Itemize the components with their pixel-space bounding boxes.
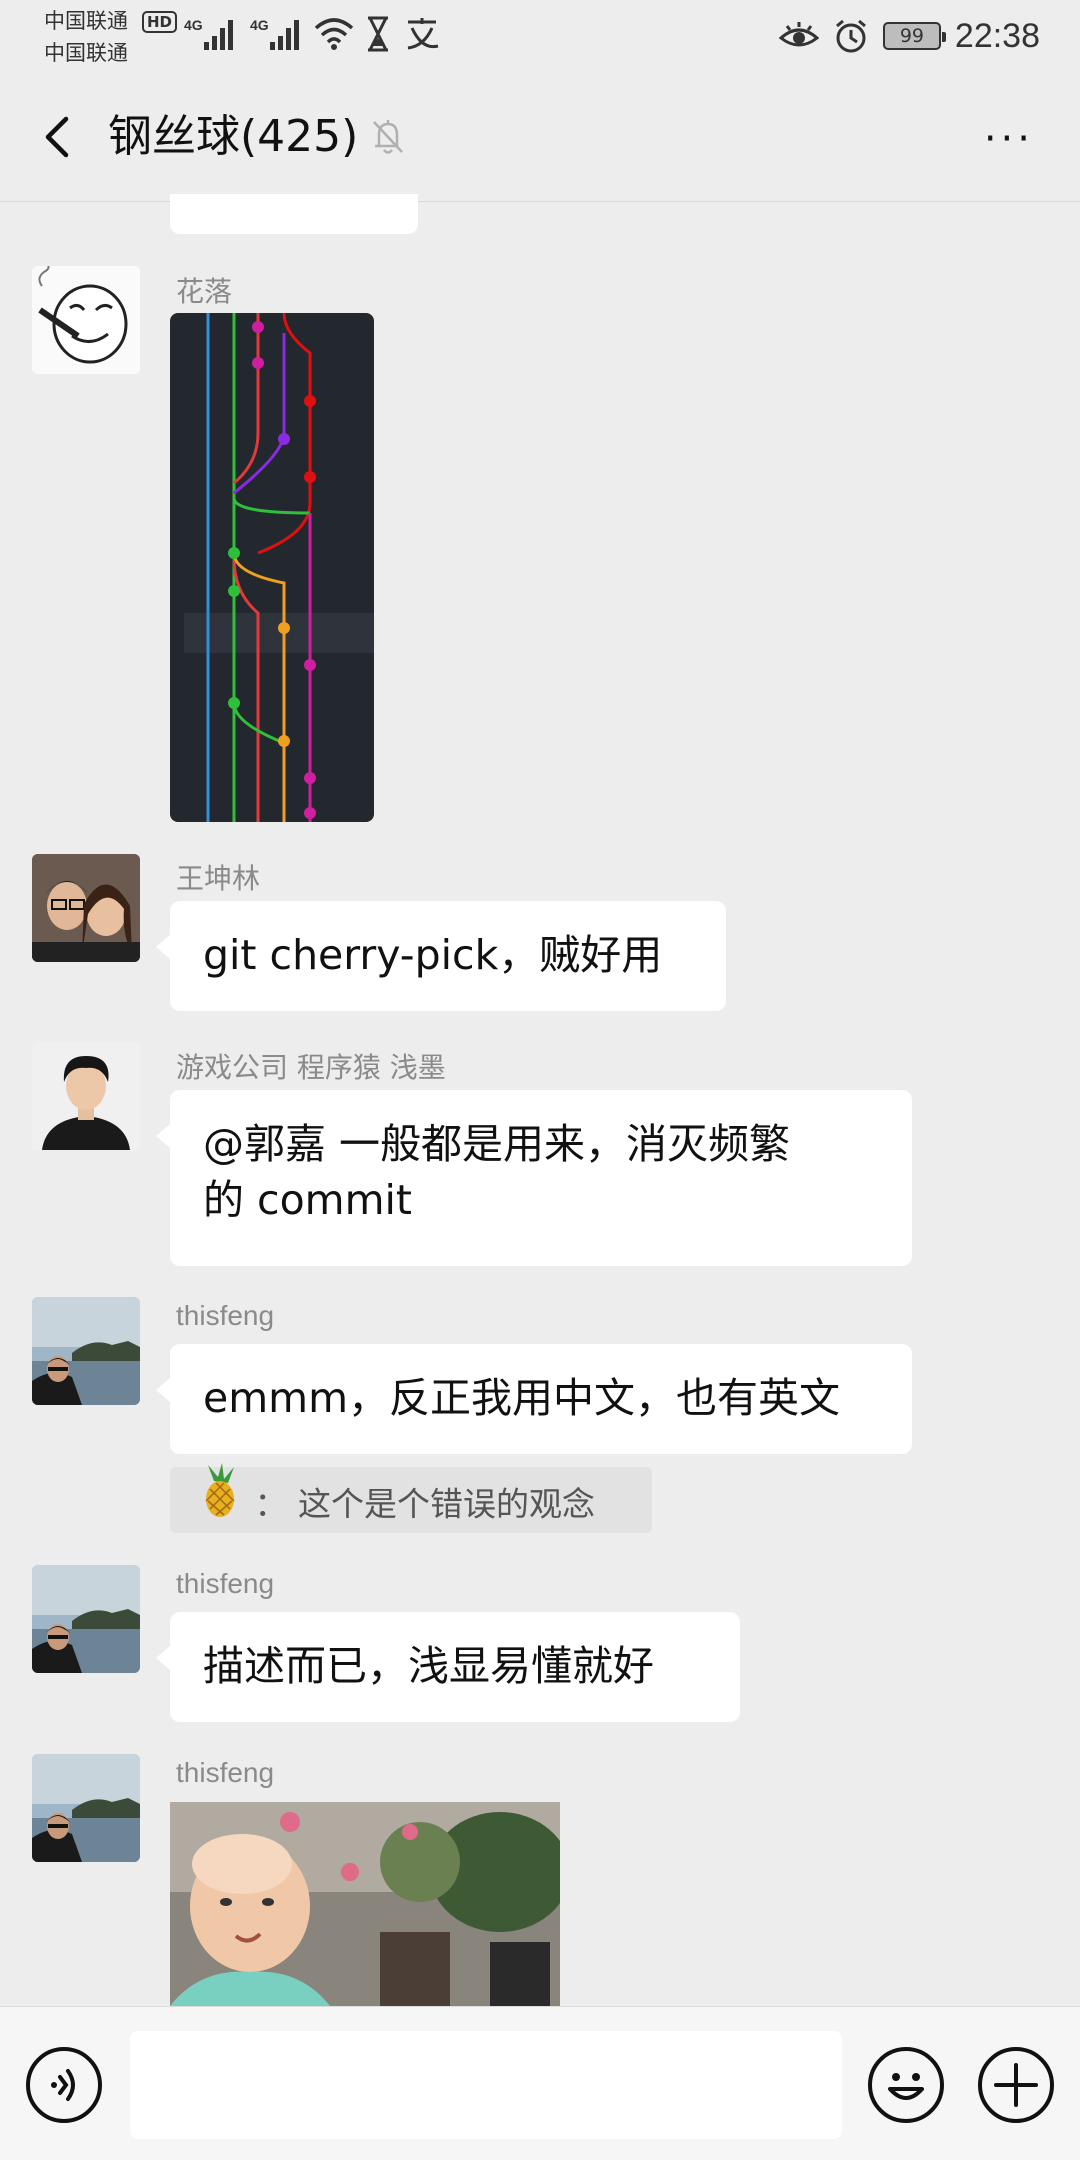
avatar[interactable] [32,854,140,962]
baby-photo [170,1802,560,2006]
translate-icon [407,18,439,50]
emoji-button[interactable] [868,2047,944,2123]
carrier-name: 中国联通 [44,9,128,33]
battery-icon: 99 [882,22,946,50]
eye-comfort-icon [778,22,819,47]
couple-photo-avatar [32,854,140,962]
lake-photo-avatar [32,1565,140,1673]
avatar[interactable] [32,1565,140,1673]
smiley-icon [888,2073,924,2100]
signal-icon: 4G [184,17,233,50]
sender-name: thisfeng [176,1300,275,1331]
message-bubble[interactable]: git cherry-pick，贼好用 [156,901,726,1011]
message-bubble[interactable]: emmm，反正我用中文，也有英文 [156,1344,912,1454]
quote-text: 这个是个错误的观念 [298,1484,595,1524]
hourglass-icon [368,16,388,52]
sender-name: thisfeng [176,1757,275,1788]
portrait-avatar [32,1042,140,1150]
pineapple-icon [194,1463,244,1541]
chat-title: 钢丝球(425) [108,111,359,162]
carrier-name: 中国联通 [44,41,128,65]
message-line: @郭嘉 一般都是用来，消灭频繁 [203,1120,791,1168]
git-graph-image[interactable] [170,313,374,822]
lake-photo-avatar [32,1754,140,1862]
signal-icon: 4G [250,17,299,50]
svg-text:4G: 4G [184,17,203,33]
avatar[interactable] [32,1754,140,1862]
chat-header: 钢丝球(425) ··· [0,70,1080,202]
back-arrow-icon[interactable] [38,115,78,159]
more-options-button[interactable]: ··· [984,119,1034,159]
input-bar [0,2006,1080,2160]
alarm-icon [835,19,866,53]
more-functions-button[interactable] [978,2047,1054,2123]
clock: 22:38 [954,16,1040,55]
meme-face-avatar [32,266,140,374]
sender-name: 王坤林 [176,862,261,895]
quote-separator: ： [254,1484,288,1524]
sender-name: 游戏公司 程序猿 浅墨 [176,1051,446,1084]
baby-meme-image[interactable] [170,1802,560,2006]
message-line: 的 commit [203,1176,413,1224]
hd-badge: HD [142,11,178,33]
quote-reply[interactable]: ： 这个是个错误的观念 [170,1463,652,1533]
sender-name: thisfeng [176,1568,275,1599]
git-branch-graph [184,313,374,822]
message-bubble[interactable]: @郭嘉 一般都是用来，消灭频繁 的 commit [156,1090,912,1266]
lake-photo-avatar [32,1297,140,1405]
plus-icon [994,2063,1038,2107]
svg-text:4G: 4G [250,17,269,33]
avatar[interactable] [32,1297,140,1405]
mute-notification-icon [373,120,403,154]
message-input[interactable] [130,2031,842,2139]
message-bubble[interactable]: 描述而已，浅显易懂就好 [156,1612,740,1722]
voice-input-button[interactable] [26,2047,102,2123]
avatar[interactable] [32,1042,140,1150]
sender-name: 花落 [176,275,233,308]
previous-message-bubble [170,194,418,234]
avatar[interactable] [32,266,140,374]
voice-icon [51,2069,75,2101]
wifi-icon [314,18,354,50]
status-bar: 中国联通 中国联通 HD 4G 4G 99 22:38 [0,0,1080,70]
status-right: 99 22:38 [778,14,1040,58]
